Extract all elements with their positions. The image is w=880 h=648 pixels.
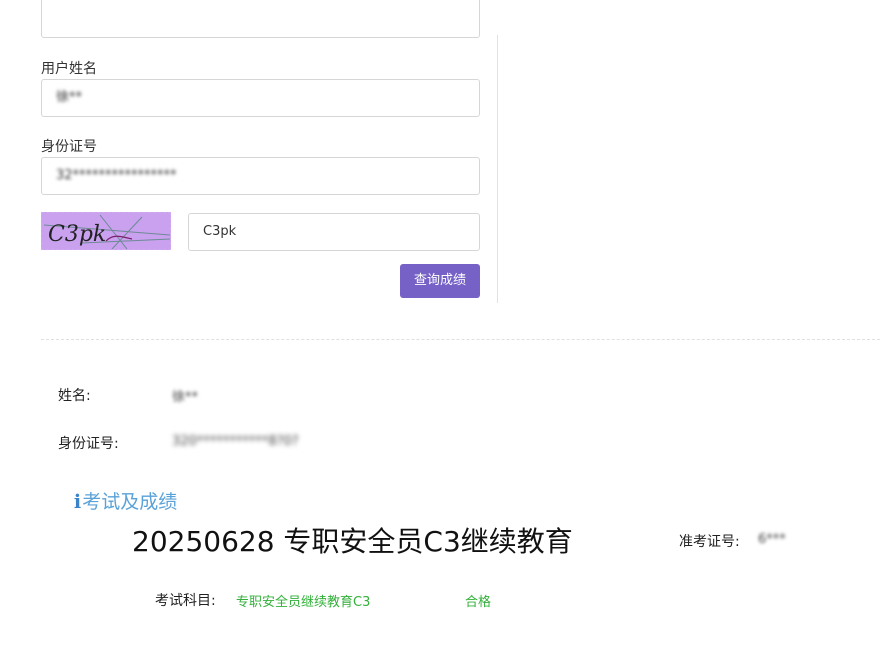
name-input-value: 徐** bbox=[56, 90, 83, 105]
section-title-text: 考试及成绩 bbox=[82, 491, 178, 513]
captcha-text: C3pk bbox=[48, 222, 106, 247]
name-field-label: 用户姓名 bbox=[41, 61, 97, 77]
subject-value: 专职安全员继续教育C3 bbox=[236, 595, 371, 610]
result-id-value: 320***********8?0? bbox=[172, 434, 299, 449]
subject-label: 考试科目: bbox=[155, 593, 216, 609]
result-name-value: 徐** bbox=[172, 390, 199, 405]
result-id-label: 身份证号: bbox=[58, 436, 119, 452]
captcha-noise-lines: C3pk bbox=[43, 214, 170, 249]
captcha-input[interactable]: C3pk bbox=[188, 213, 480, 251]
captcha-input-value: C3pk bbox=[203, 224, 237, 239]
info-icon: ℹ bbox=[74, 491, 82, 513]
id-number-input[interactable]: 32**************** bbox=[41, 157, 480, 195]
vertical-divider bbox=[497, 35, 498, 303]
top-partial-input[interactable] bbox=[41, 0, 480, 38]
name-input[interactable]: 徐** bbox=[41, 79, 480, 117]
query-score-button[interactable]: 查询成绩 bbox=[400, 264, 480, 298]
exam-title: 20250628 专职安全员C3继续教育 bbox=[132, 525, 573, 558]
captcha-image[interactable]: C3pk bbox=[41, 212, 171, 250]
admission-number-label: 准考证号: bbox=[679, 534, 740, 550]
id-number-field-label: 身份证号 bbox=[41, 139, 97, 155]
result-name-label: 姓名: bbox=[58, 388, 91, 404]
dashed-separator bbox=[41, 339, 880, 340]
exam-results-section-title: ℹ考试及成绩 bbox=[74, 487, 177, 514]
admission-number-value: 6*** bbox=[758, 532, 786, 547]
pass-status: 合格 bbox=[465, 595, 492, 610]
id-number-input-value: 32**************** bbox=[56, 168, 177, 183]
